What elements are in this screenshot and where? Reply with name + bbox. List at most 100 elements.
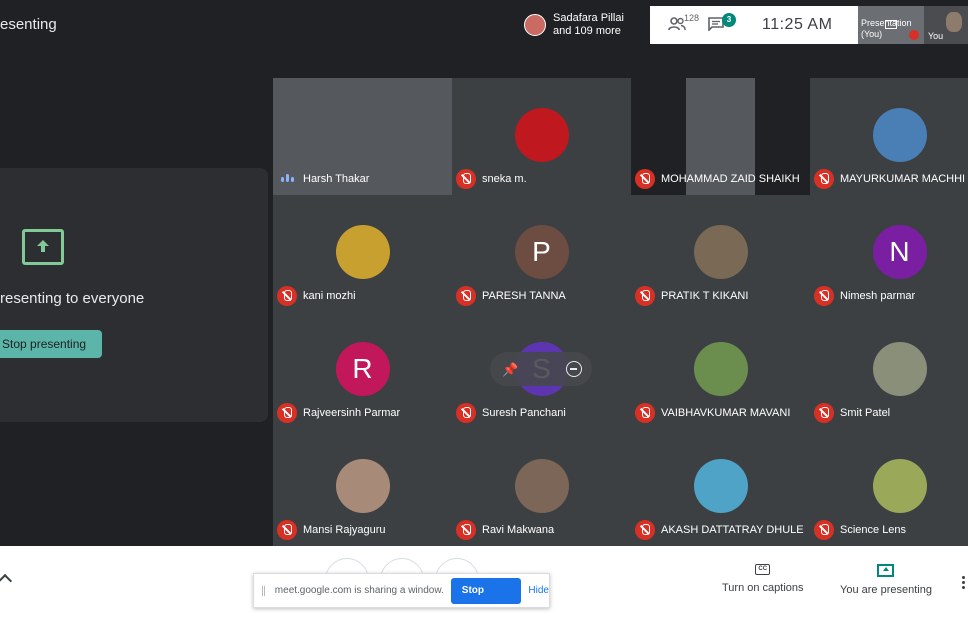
mic-off-icon [814, 286, 834, 306]
participant-name: Rajveersinh Parmar [303, 407, 401, 419]
captions-button[interactable]: CC Turn on captions [722, 564, 804, 594]
avatar: P [514, 225, 569, 279]
share-message: meet.google.com is sharing a window. [274, 585, 444, 596]
hide-link[interactable]: Hide [528, 585, 549, 596]
mic-off-icon [909, 30, 919, 40]
participant-name: VAIBHAVKUMAR MAVANI [661, 407, 791, 419]
mic-off-icon [456, 403, 476, 423]
presenting-button[interactable]: You are presenting [840, 564, 932, 596]
avatar [872, 459, 927, 513]
present-icon [877, 564, 895, 577]
mic-off-icon [456, 169, 476, 189]
stop-presenting-button[interactable]: Stop presenting [0, 330, 102, 358]
participant-tile[interactable]: Smit Patel [810, 312, 968, 429]
present-screen-icon [22, 229, 64, 265]
presentation-thumbnail[interactable]: Presentation (You) [858, 6, 924, 44]
participant-name: sneka m. [482, 173, 527, 185]
more-options-icon[interactable] [962, 576, 965, 591]
participant-name: PRATIK T KIKANI [661, 290, 749, 302]
participant-tile[interactable]: VAIBHAVKUMAR MAVANI [631, 312, 810, 429]
mic-off-icon [456, 286, 476, 306]
chat-badge: 3 [722, 13, 736, 27]
pin-icon[interactable]: 📌 [502, 362, 518, 378]
participant-tile[interactable]: Ravi Makwana [452, 429, 631, 546]
remove-icon[interactable] [566, 361, 582, 377]
participant-tile[interactable]: MAYURKUMAR MACHHI [810, 78, 968, 195]
participant-tile[interactable]: PRATIK T KIKANI [631, 195, 810, 312]
participant-grid: Harsh Thakar sneka m. MOHAMMAD ZAID SHAIKH… [273, 78, 968, 546]
presenting-message: resenting to everyone [0, 290, 145, 307]
participant-name: Smit Patel [840, 407, 891, 419]
avatar [872, 342, 927, 396]
stop-sharing-button[interactable]: Stop sharing [450, 577, 522, 620]
avatar [524, 14, 546, 36]
avatar [335, 225, 390, 279]
participant-name: Science Lens [840, 524, 907, 536]
captions-icon: CC [755, 564, 771, 575]
avatar: N [872, 225, 927, 279]
participant-name: MOHAMMAD ZAID SHAIKH [661, 173, 800, 185]
presenting-panel: resenting to everyone Stop presenting [0, 168, 268, 422]
tile-hover-controls: 📌 [490, 352, 592, 386]
mic-off-icon [814, 169, 834, 189]
screen-icon [885, 20, 897, 29]
attendee-more: and 109 more [553, 25, 621, 37]
participant-tile[interactable]: kani mozhi [273, 195, 452, 312]
avatar [514, 108, 569, 162]
mic-off-icon [277, 520, 297, 540]
participant-name: AKASH DATTATRAY DHULE [661, 524, 804, 536]
participant-tile[interactable]: N Nimesh parmar [810, 195, 968, 312]
mic-off-icon [277, 403, 297, 423]
presentation-owner: (You) [861, 29, 883, 39]
bottom-bar: meet.google.com is sharing a window. Sto… [0, 546, 968, 620]
participant-name: Nimesh parmar [840, 290, 916, 302]
people-button[interactable]: 128 [668, 13, 700, 37]
captions-label: Turn on captions [722, 582, 804, 594]
participant-name: Ravi Makwana [482, 524, 555, 536]
participant-name: Mansi Rajyaguru [303, 524, 386, 536]
avatar [872, 108, 927, 162]
self-label: You [928, 31, 944, 41]
participant-tile[interactable]: R Rajveersinh Parmar [273, 312, 452, 429]
clock: 11:25 AM [762, 16, 833, 33]
mic-off-icon [635, 286, 655, 306]
avatar [514, 459, 569, 513]
participant-name: kani mozhi [303, 290, 356, 302]
drag-handle-icon[interactable] [262, 585, 265, 596]
participant-tile[interactable]: sneka m. [452, 78, 631, 195]
participant-tile[interactable]: Harsh Thakar [273, 78, 452, 195]
participant-tile[interactable]: Science Lens [810, 429, 968, 546]
chat-button[interactable]: 3 [708, 13, 738, 37]
presenting-label: You are presenting [840, 584, 932, 596]
avatar [693, 342, 748, 396]
participant-tile[interactable]: Mansi Rajyaguru [273, 429, 452, 546]
top-info-bar: Sadafara Pillai and 109 more 128 3 11:25… [518, 6, 968, 44]
self-video [946, 12, 962, 32]
participant-tile[interactable]: AKASH DATTATRAY DHULE [631, 429, 810, 546]
share-notification: meet.google.com is sharing a window. Sto… [253, 573, 550, 620]
attendee-summary[interactable]: Sadafara Pillai and 109 more [518, 6, 650, 44]
avatar [693, 225, 748, 279]
chevron-up-icon[interactable] [0, 573, 13, 589]
avatar: R [335, 342, 390, 396]
participant-name: PARESH TANNA [482, 290, 566, 302]
people-count: 128 [684, 13, 700, 23]
participant-tile[interactable]: P PARESH TANNA [452, 195, 631, 312]
mic-off-icon [635, 403, 655, 423]
mic-off-icon [814, 520, 834, 540]
participant-tile[interactable]: MOHAMMAD ZAID SHAIKH [635, 78, 800, 195]
page-title: esenting [0, 16, 57, 33]
mic-off-icon [277, 286, 297, 306]
participant-name: Harsh Thakar [303, 173, 370, 185]
mic-off-icon [635, 520, 655, 540]
self-view-thumbnail[interactable]: You [924, 6, 968, 44]
participant-name: Suresh Panchani [482, 407, 566, 419]
participant-name: MAYURKUMAR MACHHI [840, 173, 966, 185]
avatar [693, 459, 748, 513]
mic-off-icon [635, 169, 655, 189]
mic-off-icon [814, 403, 834, 423]
mic-off-icon [456, 520, 476, 540]
speaking-indicator-icon [277, 169, 297, 189]
avatar [335, 459, 390, 513]
meeting-controls-top: 128 3 11:25 AM [650, 6, 858, 44]
